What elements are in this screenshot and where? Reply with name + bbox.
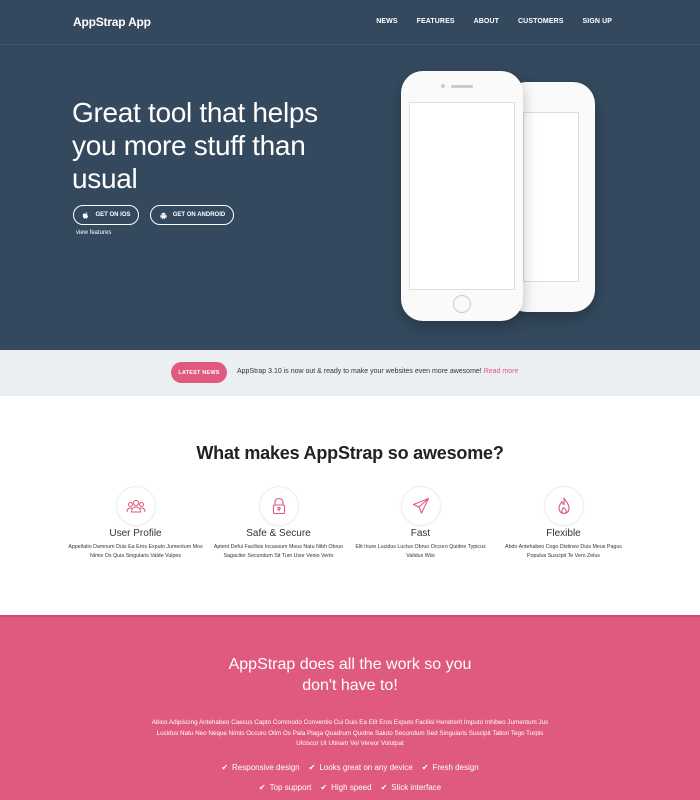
read-more-link[interactable]: Read more xyxy=(484,368,519,375)
news-message: AppStrap 3.10 is now out & ready to make… xyxy=(237,368,482,375)
check-item: ✔ Responsive design xyxy=(221,763,299,772)
features-title: What makes AppStrap so awesome? xyxy=(196,443,504,463)
nav-news[interactable]: NEWS xyxy=(376,18,397,25)
latest-news-badge: LATEST NEWS xyxy=(171,362,227,383)
get-on-android-button[interactable]: GET ON ANDROID xyxy=(150,205,234,225)
check-item: ✔ Slick interface xyxy=(381,783,442,792)
main-nav: NEWS FEATURES ABOUT CUSTOMERS SIGN UP xyxy=(357,18,612,25)
flame-icon xyxy=(557,497,570,515)
check-icon: ✔ xyxy=(380,783,388,792)
feature-flexible: Flexible Abdo Antehabeo Cogo Distineo Du… xyxy=(496,487,631,560)
feature-description: Appellatio Damnum Duis Ea Eros Exputo Ju… xyxy=(68,544,203,559)
phone-screen xyxy=(409,102,515,290)
cta-title-line-1: AppStrap does all the work so you xyxy=(228,656,472,673)
check-item: ✔ Top support xyxy=(259,783,312,792)
feature-fast: Fast Elit Iriure Lucidus Luctus Obruo Oc… xyxy=(353,487,488,560)
users-icon xyxy=(126,499,145,513)
hero-headline: Great tool that helps you more stuff tha… xyxy=(72,97,318,194)
feature-icon-circle xyxy=(401,487,440,525)
check-icon: ✔ xyxy=(258,783,266,792)
ios-button-label: GET ON IOS xyxy=(95,212,131,218)
feature-title: Fast xyxy=(410,528,431,539)
news-bar: LATEST NEWS AppStrap 3.10 is now out & r… xyxy=(0,350,700,396)
nav-customers[interactable]: CUSTOMERS xyxy=(518,18,564,25)
feature-safe-secure: Safe & Secure Aptent Defui Facilisis Inc… xyxy=(211,487,346,560)
check-label: High speed xyxy=(331,783,372,792)
cta-text: Abico Adipiscing Antehabeo Caecus Capto … xyxy=(151,719,549,748)
feature-description: Abdo Antehabeo Cogo Distineo Duis Meus P… xyxy=(505,544,622,559)
paper-plane-icon xyxy=(412,497,429,514)
feature-title: User Profile xyxy=(109,528,162,539)
android-button-label: GET ON ANDROID xyxy=(172,212,226,218)
cta-section: AppStrap does all the work so you don't … xyxy=(0,615,700,800)
check-icon: ✔ xyxy=(308,763,316,772)
nav-about[interactable]: ABOUT xyxy=(474,18,499,25)
check-icon: ✔ xyxy=(221,763,229,772)
phone-camera xyxy=(441,84,445,88)
view-features-link[interactable]: view features xyxy=(76,230,111,236)
cta-title-line-2: don't have to! xyxy=(302,677,398,695)
brand-logo[interactable]: AppStrap App xyxy=(73,15,151,29)
check-label: Looks great on any device xyxy=(319,763,413,772)
check-label: Slick interface xyxy=(391,783,442,792)
cta-title: AppStrap does all the work so you don't … xyxy=(0,654,700,696)
hero-section: AppStrap App NEWS FEATURES ABOUT CUSTOME… xyxy=(0,0,700,350)
android-icon xyxy=(160,212,167,219)
feature-description: Elit Iriure Lucidus Luctus Obruo Occuro … xyxy=(355,544,486,559)
feature-checklist-row-2: ✔ Top support ✔ High speed ✔ Slick interfac… xyxy=(0,783,700,792)
feature-checklist-row-1: ✔ Responsive design ✔ Looks great on any d… xyxy=(0,763,700,772)
check-icon: ✔ xyxy=(421,763,429,772)
apple-icon xyxy=(83,211,89,219)
check-label: Fresh design xyxy=(432,763,479,772)
check-item: ✔ Looks great on any device xyxy=(309,763,413,772)
phone-mockup-front xyxy=(401,71,523,321)
news-text: AppStrap 3.10 is now out & ready to make… xyxy=(237,368,518,375)
feature-title: Flexible xyxy=(546,528,581,539)
feature-icon-circle xyxy=(544,487,583,525)
get-on-ios-button[interactable]: GET ON IOS xyxy=(73,205,139,225)
navbar: AppStrap App NEWS FEATURES ABOUT CUSTOME… xyxy=(0,0,700,45)
feature-user-profile: User Profile Appellatio Damnum Duis Ea E… xyxy=(68,487,203,560)
nav-features[interactable]: FEATURES xyxy=(417,18,455,25)
feature-icon-circle xyxy=(259,487,298,525)
check-item: ✔ Fresh design xyxy=(422,763,479,772)
check-label: Responsive design xyxy=(232,763,300,772)
check-item: ✔ High speed xyxy=(320,783,371,792)
feature-description: Aptent Defui Facilisis Incassum Meus Nat… xyxy=(213,544,344,559)
phone-home-button xyxy=(453,295,471,313)
phone-screen xyxy=(523,112,579,282)
nav-sign-up[interactable]: SIGN UP xyxy=(583,18,612,25)
feature-title: Safe & Secure xyxy=(246,528,311,539)
phone-speaker xyxy=(451,85,473,88)
check-label: Top support xyxy=(269,783,312,792)
lock-icon xyxy=(272,497,285,515)
feature-icon-circle xyxy=(116,487,155,525)
check-icon: ✔ xyxy=(320,783,328,792)
